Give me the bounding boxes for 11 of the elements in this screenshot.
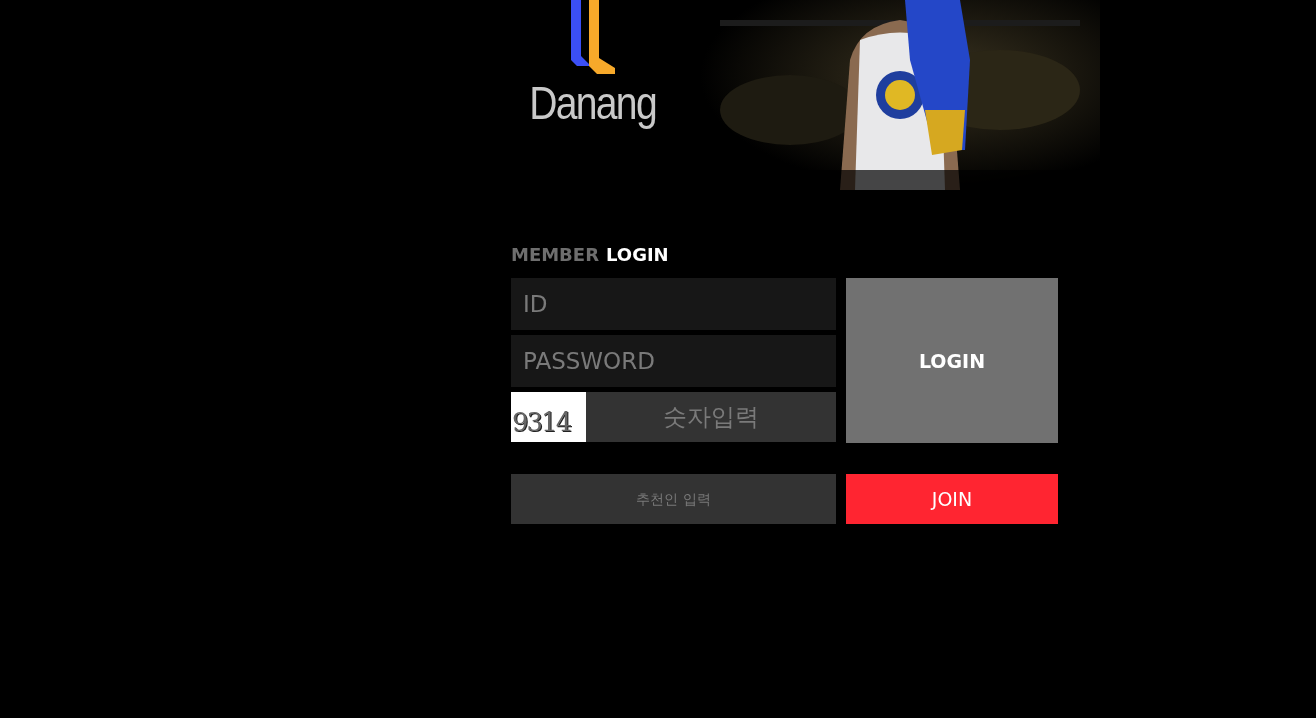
- password-field[interactable]: PASSWORD: [511, 335, 836, 387]
- join-button[interactable]: JOIN: [846, 474, 1058, 524]
- login-button[interactable]: LOGIN: [846, 278, 1058, 443]
- id-field[interactable]: ID: [511, 278, 836, 330]
- form-title: LOGIN: [606, 243, 669, 265]
- recommender-field[interactable]: 추천인 입력: [511, 474, 836, 524]
- logo-text: Danang: [529, 76, 656, 130]
- logo-icon: [570, 0, 615, 74]
- captcha-image: 9314: [511, 392, 586, 442]
- title-lead: MEMBER: [511, 243, 599, 265]
- captcha-field[interactable]: 숫자입력: [586, 392, 836, 442]
